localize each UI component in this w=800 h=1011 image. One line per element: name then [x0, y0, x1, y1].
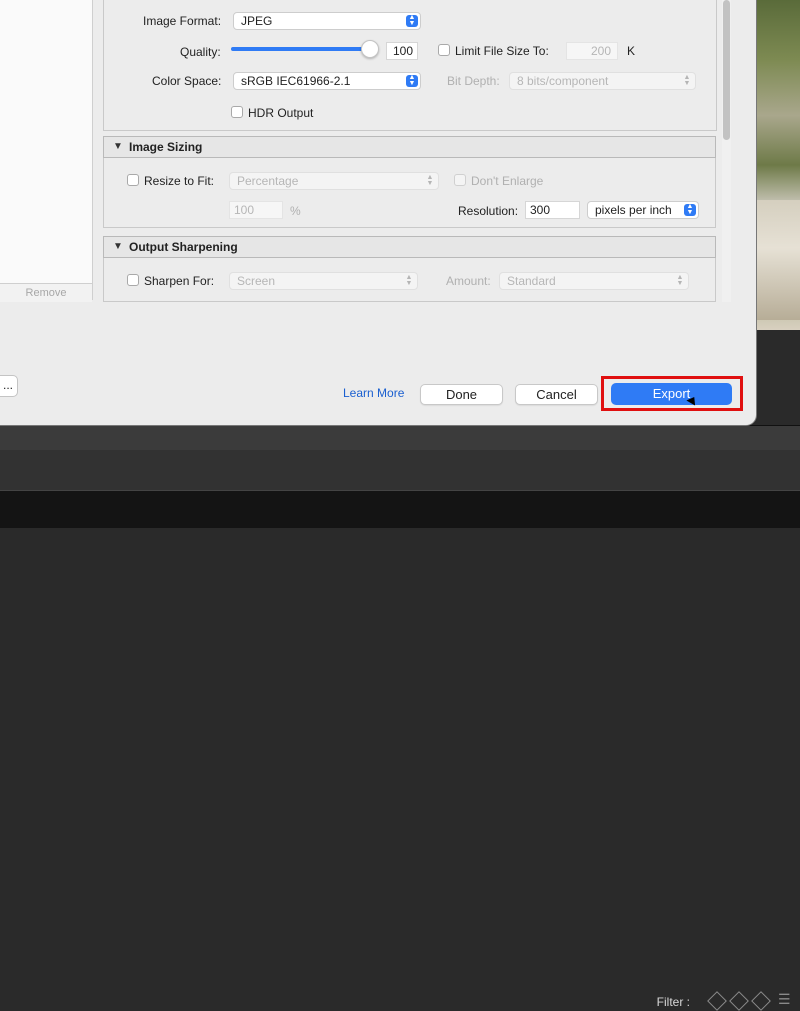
lightroom-lower-panel	[0, 450, 800, 490]
bit-depth-label: Bit Depth:	[447, 74, 500, 88]
amount-select[interactable]: Standard ▲ ▼	[499, 272, 689, 290]
export-button[interactable]: Export	[611, 383, 732, 405]
output-sharpening-title: Output Sharpening	[129, 240, 238, 254]
select-arrows-icon: ▲ ▼	[406, 74, 418, 87]
bit-depth-select[interactable]: 8 bits/component ▲ ▼	[509, 72, 696, 90]
resolution-label: Resolution:	[458, 204, 519, 218]
remove-preset-button[interactable]: Remove	[0, 283, 92, 302]
hdr-output-checkbox[interactable]	[231, 106, 243, 118]
limit-file-size-field[interactable]: 200	[566, 42, 618, 60]
scrollbar-thumb[interactable]	[723, 0, 730, 140]
cancel-button[interactable]: Cancel	[515, 384, 598, 405]
select-arrows-icon: ▲ ▼	[676, 274, 684, 287]
image-format-value: JPEG	[241, 14, 273, 28]
filter-label: Filter :	[656, 995, 690, 1009]
quality-label: Quality:	[180, 45, 221, 59]
quality-slider-thumb[interactable]	[361, 40, 379, 58]
dont-enlarge-label: Don't Enlarge	[471, 174, 544, 188]
flag-filter-icon[interactable]	[751, 991, 771, 1011]
image-format-select[interactable]: JPEG ▲ ▼	[233, 12, 421, 30]
limit-file-size-label: Limit File Size To:	[455, 44, 549, 58]
disclosure-triangle-icon: ▼	[113, 241, 123, 252]
select-arrows-icon: ▲ ▼	[406, 14, 418, 27]
more-options-button[interactable]: ...	[0, 375, 18, 397]
select-arrows-icon: ▲ ▼	[405, 274, 413, 287]
resize-to-fit-checkbox[interactable]	[127, 174, 139, 186]
resize-mode-select[interactable]: Percentage ▲ ▼	[229, 172, 439, 190]
filmstrip-bar: Filter : ☰	[0, 490, 800, 1011]
percent-unit: %	[290, 204, 301, 218]
amount-value: Standard	[507, 274, 556, 288]
flag-filter-icon[interactable]	[707, 991, 727, 1011]
select-arrows-icon: ▲ ▼	[684, 203, 696, 216]
quality-slider-track[interactable]	[231, 47, 371, 51]
flag-filter-icon[interactable]	[729, 991, 749, 1011]
color-space-value: sRGB IEC61966-2.1	[241, 74, 351, 88]
preset-list-panel	[0, 0, 93, 300]
sharpen-for-checkbox[interactable]	[127, 274, 139, 286]
disclosure-triangle-icon: ▼	[113, 141, 123, 152]
image-format-label: Image Format:	[143, 14, 222, 28]
lightroom-toolbar-band	[0, 425, 800, 451]
filter-menu-icon[interactable]: ☰	[778, 991, 791, 1008]
percent-field[interactable]: 100	[229, 201, 283, 219]
output-sharpening-header[interactable]: ▼ Output Sharpening	[103, 236, 716, 258]
amount-label: Amount:	[446, 274, 491, 288]
select-arrows-icon: ▲ ▼	[683, 74, 691, 87]
resize-to-fit-label: Resize to Fit:	[144, 174, 215, 188]
resize-mode-value: Percentage	[237, 174, 299, 188]
sharpen-for-select[interactable]: Screen ▲ ▼	[229, 272, 418, 290]
color-space-select[interactable]: sRGB IEC61966-2.1 ▲ ▼	[233, 72, 421, 90]
image-sizing-title: Image Sizing	[129, 140, 203, 154]
learn-more-link[interactable]: Learn More	[343, 386, 404, 400]
hdr-output-label: HDR Output	[248, 106, 314, 120]
file-size-unit: K	[627, 44, 636, 58]
image-sizing-header[interactable]: ▼ Image Sizing	[103, 136, 716, 158]
done-button[interactable]: Done	[420, 384, 503, 405]
dont-enlarge-checkbox[interactable]	[454, 174, 466, 186]
limit-file-size-checkbox[interactable]	[438, 44, 450, 56]
resolution-unit-select[interactable]: pixels per inch ▲ ▼	[587, 201, 699, 219]
color-space-label: Color Space:	[152, 74, 222, 88]
export-dialog: Remove ... Image Format: JPEG ▲ ▼ Quality…	[0, 0, 756, 425]
sharpen-for-label: Sharpen For:	[144, 274, 215, 288]
bit-depth-value: 8 bits/component	[517, 74, 609, 88]
sharpen-for-value: Screen	[237, 274, 276, 288]
select-arrows-icon: ▲ ▼	[426, 174, 434, 187]
resolution-unit-value: pixels per inch	[595, 203, 672, 217]
quality-field[interactable]: 100	[386, 42, 418, 60]
resolution-field[interactable]: 300	[525, 201, 580, 219]
